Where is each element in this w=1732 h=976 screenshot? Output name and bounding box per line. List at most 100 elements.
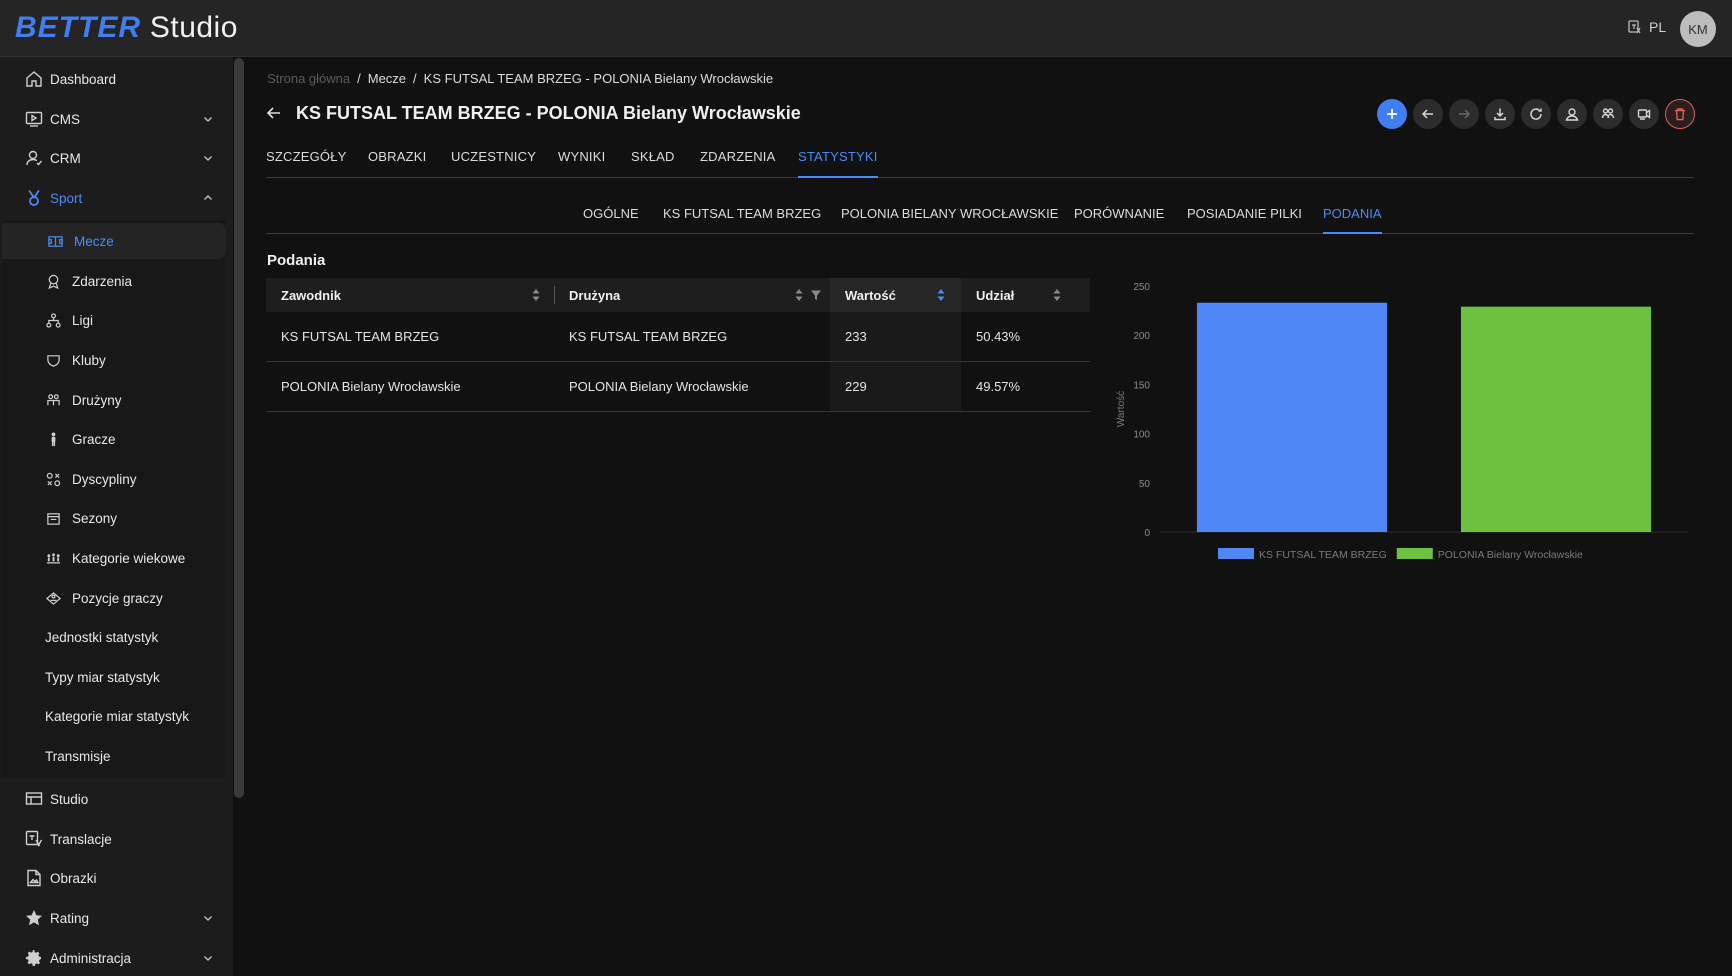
sidebar-item-label: Zdarzenia: [72, 273, 133, 289]
language-switch[interactable]: PL: [1627, 19, 1666, 35]
sidebar-item-transmisje[interactable]: Transmisje: [0, 738, 226, 774]
event-icon: [44, 272, 62, 290]
refresh-button[interactable]: [1521, 99, 1551, 129]
filter-icon[interactable]: [810, 289, 822, 301]
chevron-down-icon: [204, 156, 212, 161]
sidebar-item-crm[interactable]: CRM: [0, 140, 226, 176]
back-arrow-icon[interactable]: [265, 104, 283, 122]
sort-icon[interactable]: [794, 288, 804, 302]
translate-icon: [1628, 20, 1641, 34]
sidebar-item-sezony[interactable]: Sezony: [0, 500, 226, 536]
sidebar-item-label: Pozycje graczy: [72, 590, 163, 606]
toolbar: [1377, 99, 1695, 129]
column-header-wartosc[interactable]: Wartość: [830, 278, 961, 312]
previous-button[interactable]: [1413, 99, 1443, 129]
tab-statystyki[interactable]: STATYSTYKI: [798, 149, 878, 178]
cell-wartosc: 233: [830, 312, 961, 361]
subtab-podania[interactable]: PODANIA: [1323, 206, 1382, 234]
breadcrumb: Strona główna / Mecze / KS FUTSAL TEAM B…: [267, 71, 773, 86]
y-tick-label: 200: [1133, 331, 1150, 342]
sidebar-item-administracja[interactable]: Administracja: [0, 940, 226, 976]
app-name: Studio: [149, 11, 238, 44]
subtab-posiadanie-pilki[interactable]: POSIADANIE PILKI: [1187, 206, 1302, 234]
tab-wyniki[interactable]: WYNIKI: [558, 149, 605, 178]
app-logo[interactable]: BETTER Studio: [15, 11, 238, 45]
user-icon: [1565, 108, 1579, 121]
stats-subtabs: OGÓLNE KS FUTSAL TEAM BRZEG POLONIA BIEL…: [266, 204, 1694, 234]
table-row[interactable]: KS FUTSAL TEAM BRZEG KS FUTSAL TEAM BRZE…: [266, 312, 1090, 362]
breadcrumb-home[interactable]: Strona główna: [267, 71, 350, 86]
tab-sklad[interactable]: SKŁAD: [631, 149, 675, 178]
subtab-team-away[interactable]: POLONIA BIELANY WROCŁAWSKIE: [841, 206, 1058, 234]
chevron-down-icon: [204, 117, 212, 122]
medal-icon: [24, 188, 44, 208]
chevron-down-icon: [204, 916, 212, 921]
column-header-zawodnik[interactable]: Zawodnik: [266, 278, 554, 312]
sidebar-item-label: Translacje: [50, 831, 112, 847]
sidebar-item-obrazki[interactable]: Obrazki: [0, 860, 226, 896]
sidebar-item-label: Rating: [50, 910, 90, 926]
column-header-udzial[interactable]: Udział: [961, 278, 1090, 312]
sidebar-item-zdarzenia[interactable]: Zdarzenia: [0, 263, 226, 299]
sidebar-item-cms[interactable]: CMS: [0, 101, 226, 137]
next-button[interactable]: [1449, 99, 1479, 129]
sidebar-item-sport[interactable]: Sport: [0, 180, 226, 216]
user-avatar[interactable]: KM: [1680, 11, 1716, 47]
user-action-button[interactable]: [1557, 99, 1587, 129]
sidebar-item-kluby[interactable]: Kluby: [0, 342, 226, 378]
table-row[interactable]: POLONIA Bielany Wrocławskie POLONIA Biel…: [266, 362, 1090, 412]
sidebar-item-druzyny[interactable]: Drużyny: [0, 382, 226, 418]
sidebar-item-label: CMS: [50, 111, 80, 127]
sidebar-scrollbar[interactable]: [234, 58, 244, 798]
sidebar-item-translacje[interactable]: Translacje: [0, 821, 226, 857]
sort-icon[interactable]: [531, 288, 541, 302]
team-action-button[interactable]: [1593, 99, 1623, 129]
sidebar-item-label: CRM: [50, 150, 81, 166]
sidebar-item-label: Dashboard: [50, 71, 117, 87]
disciplines-icon: [44, 470, 62, 488]
sidebar-item-typy-miar-statystyk[interactable]: Typy miar statystyk: [0, 659, 226, 695]
sidebar-item-dashboard[interactable]: Dashboard: [0, 61, 226, 97]
y-tick-label: 0: [1144, 528, 1150, 539]
sidebar-item-mecze[interactable]: Mecze: [2, 223, 226, 259]
bar-1: [1196, 302, 1388, 532]
tab-szczegoly[interactable]: SZCZEGÓŁY: [266, 149, 347, 178]
delete-button[interactable]: [1665, 99, 1695, 129]
add-button[interactable]: [1377, 99, 1407, 129]
sidebar-item-label: Obrazki: [50, 870, 97, 886]
tab-zdarzenia[interactable]: ZDARZENIA: [700, 149, 775, 178]
sidebar-item-label: Kategorie wiekowe: [72, 550, 186, 566]
broadcast-button[interactable]: [1629, 99, 1659, 129]
cell-udzial: 49.57%: [976, 379, 1021, 394]
chevron-up-icon: [204, 195, 212, 200]
y-tick-label: 100: [1133, 430, 1150, 441]
sidebar-item-kategorie-wiekowe[interactable]: Kategorie wiekowe: [0, 540, 226, 576]
tab-uczestnicy[interactable]: UCZESTNICY: [451, 149, 536, 178]
sidebar-item-ligi[interactable]: Ligi: [0, 302, 226, 338]
sidebar-item-label: Jednostki statystyk: [45, 629, 159, 645]
tab-obrazki[interactable]: OBRAZKI: [368, 149, 426, 178]
breadcrumb-mecze[interactable]: Mecze: [368, 71, 406, 86]
subtab-team-home[interactable]: KS FUTSAL TEAM BRZEG: [663, 206, 821, 234]
sidebar-item-label: Mecze: [74, 233, 114, 249]
subtab-porownanie[interactable]: PORÓWNANIE: [1074, 206, 1164, 234]
sidebar-item-studio[interactable]: Studio: [0, 781, 226, 817]
sidebar-item-rating[interactable]: Rating: [0, 900, 226, 936]
sidebar-item-label: Typy miar statystyk: [45, 669, 160, 685]
sidebar-item-pozycje-graczy[interactable]: Pozycje graczy: [0, 580, 226, 616]
brand-name: BETTER: [15, 11, 141, 44]
sort-icon[interactable]: [936, 288, 946, 302]
y-tick-label: 250: [1133, 282, 1150, 293]
column-header-druzyna[interactable]: Drużyna: [554, 278, 830, 312]
sidebar-item-kategorie-miar-statystyk[interactable]: Kategorie miar statystyk: [0, 698, 226, 734]
download-button[interactable]: [1485, 99, 1515, 129]
subtab-ogolne[interactable]: OGÓLNE: [583, 206, 639, 234]
sidebar-item-label: Ligi: [72, 312, 94, 328]
sidebar-item-dyscypliny[interactable]: Dyscypliny: [0, 461, 226, 497]
y-axis-label: Wartość: [1116, 391, 1127, 427]
sidebar-item-label: Studio: [50, 791, 89, 807]
sidebar-item-jednostki-statystyk[interactable]: Jednostki statystyk: [0, 619, 226, 655]
breadcrumb-separator: /: [357, 71, 361, 86]
sidebar-item-gracze[interactable]: Gracze: [0, 421, 226, 457]
sort-icon[interactable]: [1052, 288, 1062, 302]
